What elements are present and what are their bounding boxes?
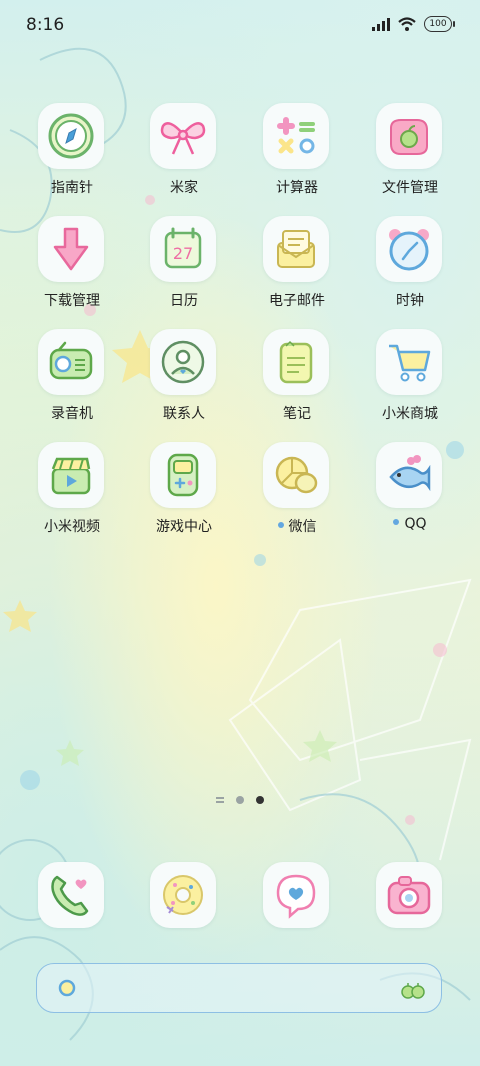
app-recorder[interactable]: 录音机 — [22, 329, 122, 429]
search-bar[interactable] — [36, 963, 442, 1013]
app-clock[interactable]: 时钟 — [360, 216, 460, 316]
app-qq[interactable]: QQ — [360, 442, 460, 542]
search-icon — [58, 979, 76, 997]
battery-icon: 100 — [424, 16, 455, 32]
dock-phone[interactable] — [22, 862, 122, 932]
fish-icon — [389, 455, 431, 492]
app-label: QQ — [350, 516, 470, 532]
shopping-cart-icon — [389, 344, 431, 382]
alarm-clock-icon — [389, 229, 429, 271]
chat-bubbles-icon — [275, 456, 318, 494]
game-console-icon — [167, 453, 199, 497]
app-label: 笔记 — [283, 406, 311, 422]
app-label: 小米商城 — [382, 406, 438, 422]
page-indicator-list-icon[interactable] — [216, 796, 224, 804]
app-label: 联系人 — [163, 406, 205, 422]
app-label: 微信 — [237, 516, 357, 536]
clapperboard-icon — [51, 457, 91, 495]
signal-icon — [372, 17, 390, 31]
contact-person-icon — [161, 340, 205, 384]
app-download-manager[interactable]: 下载管理 — [22, 216, 122, 316]
download-arrow-icon — [53, 227, 89, 271]
app-calendar[interactable]: 27 日历 — [134, 216, 234, 316]
dock-messages[interactable] — [247, 862, 347, 932]
page-indicator[interactable] — [0, 796, 480, 804]
app-label: 小米视频 — [44, 519, 100, 535]
note-paper-icon — [279, 340, 313, 384]
app-label: 游戏中心 — [156, 519, 212, 535]
message-heart-icon — [276, 874, 316, 919]
notification-dot — [393, 519, 400, 525]
app-label: 日历 — [170, 293, 198, 309]
status-time: 8:16 — [26, 15, 65, 35]
app-game-center[interactable]: 游戏中心 — [134, 442, 234, 542]
calendar-day: 27 — [173, 244, 193, 263]
app-label: 时钟 — [396, 293, 424, 309]
notification-dot — [277, 522, 284, 528]
app-mijia[interactable]: 米家 — [134, 103, 234, 203]
dock-browser[interactable] — [134, 862, 234, 932]
app-calculator[interactable]: 计算器 — [247, 103, 347, 203]
compass-icon — [48, 113, 94, 159]
app-label: 计算器 — [276, 180, 318, 196]
status-bar: 8:16 100 — [0, 0, 480, 50]
app-file-manager[interactable]: 文件管理 — [360, 103, 460, 203]
app-email[interactable]: 电子邮件 — [247, 216, 347, 316]
phone-icon — [51, 875, 89, 916]
page-dot-active[interactable] — [256, 796, 264, 804]
bow-icon — [160, 122, 206, 155]
app-contacts[interactable]: 联系人 — [134, 329, 234, 429]
calendar-icon: 27 — [164, 227, 202, 269]
app-label: 电子邮件 — [269, 293, 325, 309]
app-compass[interactable]: 指南针 — [22, 103, 122, 203]
app-label: 指南针 — [51, 180, 93, 196]
calculator-icon — [277, 117, 315, 154]
apples-icon[interactable] — [399, 980, 427, 1000]
wifi-icon — [398, 17, 416, 31]
app-label: 文件管理 — [382, 180, 438, 196]
app-mi-video[interactable]: 小米视频 — [22, 442, 122, 542]
camera-icon — [387, 876, 431, 915]
app-label: 米家 — [170, 180, 198, 196]
app-wechat[interactable]: 微信 — [247, 442, 347, 542]
app-notes[interactable]: 笔记 — [247, 329, 347, 429]
browser-donut-icon — [163, 875, 203, 915]
mail-envelope-icon — [277, 230, 315, 268]
app-label: 录音机 — [51, 406, 93, 422]
folder-apple-icon — [390, 119, 428, 155]
dock-camera[interactable] — [360, 862, 460, 932]
app-mi-store[interactable]: 小米商城 — [360, 329, 460, 429]
radio-recorder-icon — [49, 341, 93, 380]
page-dot[interactable] — [236, 796, 244, 804]
app-label: 下载管理 — [44, 293, 100, 309]
